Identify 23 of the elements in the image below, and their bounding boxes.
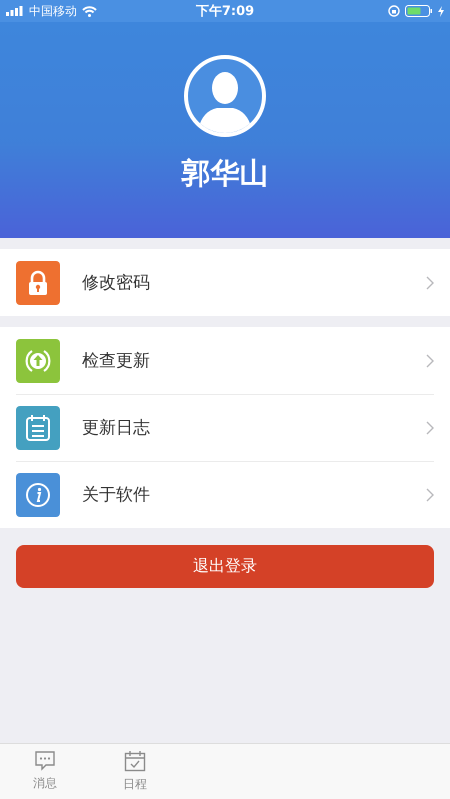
signal-icon	[6, 6, 24, 16]
battery-icon	[405, 5, 433, 17]
chevron-icon	[426, 488, 434, 502]
lock-icon	[27, 270, 49, 296]
user-name: 郭华山	[182, 155, 268, 192]
charging-icon	[438, 6, 444, 16]
rotation-lock-icon	[388, 5, 400, 17]
menu-item[interactable]: 检查更新	[0, 327, 450, 394]
menu-item[interactable]: 关于软件	[0, 461, 450, 528]
chevron-icon	[426, 420, 434, 434]
calendar-list-icon	[25, 414, 51, 442]
wifi-icon	[82, 6, 97, 16]
menu-item[interactable]: 修改密码	[0, 249, 450, 316]
carrier-name: 中国移动	[29, 2, 77, 20]
chevron-icon	[426, 354, 434, 368]
avatar-icon	[183, 54, 267, 138]
calendar-icon	[124, 750, 146, 772]
chat-icon	[34, 751, 56, 771]
chevron-icon	[426, 276, 434, 290]
logout-button[interactable]: 退出登录	[16, 545, 434, 588]
info-icon	[25, 482, 51, 508]
status-time: 下午7:09	[196, 3, 254, 20]
menu-item[interactable]: 更新日志	[0, 394, 450, 461]
